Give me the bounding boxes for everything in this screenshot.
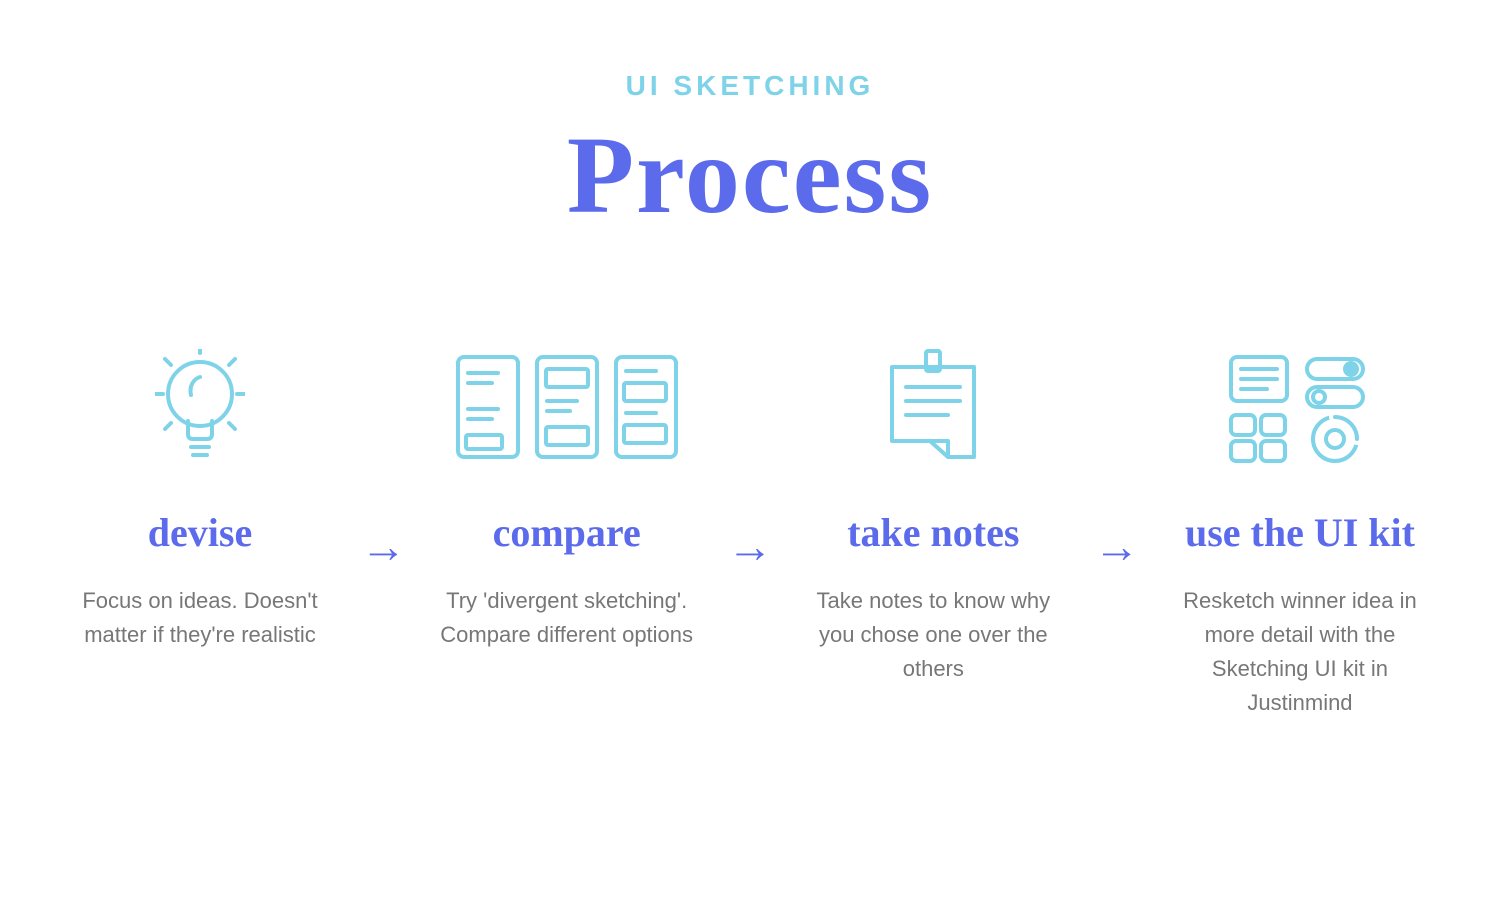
step-use-ui-kit: use the UI kit Resketch winner idea in m…	[1160, 339, 1440, 720]
header: UI SKETCHING Process	[40, 70, 1460, 239]
main-title: Process	[40, 112, 1460, 239]
arrow-icon: →	[1090, 519, 1144, 573]
step-take-notes: take notes Take notes to know why you ch…	[793, 339, 1073, 686]
step-description: Focus on ideas. Doesn't matter if they'r…	[60, 584, 340, 652]
note-icon	[793, 339, 1073, 479]
step-heading: take notes	[793, 509, 1073, 556]
step-heading: compare	[427, 509, 707, 556]
arrow-icon: →	[356, 519, 410, 573]
step-description: Try 'divergent sketching'. Compare diffe…	[427, 584, 707, 652]
step-compare: compare Try 'divergent sketching'. Compa…	[427, 339, 707, 652]
steps-row: devise Focus on ideas. Doesn't matter if…	[40, 339, 1460, 720]
diagram-wrapper: UI SKETCHING Process	[0, 0, 1500, 720]
eyebrow-text: UI SKETCHING	[40, 70, 1460, 102]
step-devise: devise Focus on ideas. Doesn't matter if…	[60, 339, 340, 652]
arrow-icon: →	[723, 519, 777, 573]
ui-kit-icon	[1160, 339, 1440, 479]
lightbulb-icon	[60, 339, 340, 479]
step-heading: devise	[60, 509, 340, 556]
wireframes-icon	[427, 339, 707, 479]
step-description: Resketch winner idea in more detail with…	[1160, 584, 1440, 720]
step-heading: use the UI kit	[1160, 509, 1440, 556]
step-description: Take notes to know why you chose one ove…	[793, 584, 1073, 686]
